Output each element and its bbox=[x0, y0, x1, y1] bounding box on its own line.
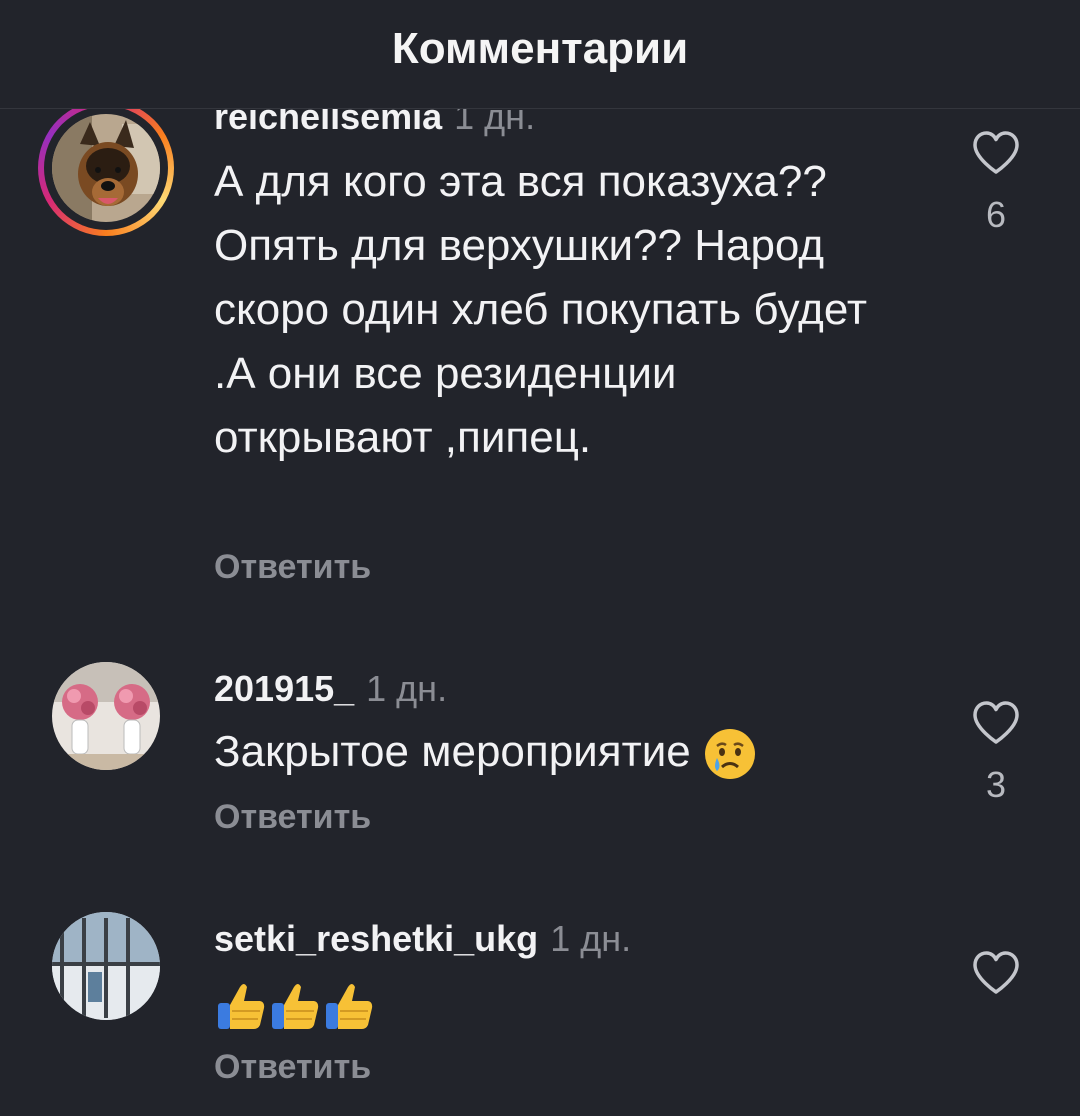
like-count: 3 bbox=[985, 764, 1007, 805]
thumbs-up-emoji-icon bbox=[326, 984, 373, 1030]
flowers-avatar-image bbox=[52, 662, 160, 770]
avatar[interactable] bbox=[52, 662, 160, 770]
like-button[interactable] bbox=[966, 950, 1026, 996]
username[interactable]: setki_reshetki_ukg bbox=[214, 918, 538, 959]
page-title: Комментарии bbox=[391, 24, 689, 73]
comment-text: Закрытое мероприятие bbox=[214, 720, 894, 784]
like-button[interactable]: 6 bbox=[966, 130, 1026, 236]
comments-header: Комментарии bbox=[0, 0, 1080, 109]
thumbs-up-emoji-icon bbox=[218, 984, 265, 1030]
heart-icon bbox=[973, 701, 1019, 744]
timestamp: 1 дн. bbox=[366, 668, 448, 709]
comment-text: А для кого эта вся показуха?? Опять для … bbox=[214, 157, 868, 462]
reply-button[interactable]: Ответить bbox=[214, 548, 371, 587]
heart-icon bbox=[973, 131, 1019, 174]
comment-text bbox=[214, 972, 894, 1036]
window-avatar-image bbox=[52, 912, 160, 1020]
timestamp: 1 дн. bbox=[550, 918, 632, 959]
like-button[interactable]: 3 bbox=[966, 700, 1026, 806]
avatar[interactable] bbox=[38, 100, 174, 236]
username[interactable]: 201915_ bbox=[214, 668, 354, 709]
like-count: 6 bbox=[985, 194, 1007, 235]
reply-button[interactable]: Ответить bbox=[214, 798, 371, 837]
reply-button[interactable]: Ответить bbox=[214, 1048, 371, 1087]
thumbs-up-emoji-icon bbox=[272, 984, 319, 1030]
crying-face-emoji-icon bbox=[705, 729, 756, 780]
avatar[interactable] bbox=[52, 912, 160, 1020]
dog-avatar-image bbox=[52, 114, 160, 222]
heart-icon bbox=[973, 951, 1019, 994]
